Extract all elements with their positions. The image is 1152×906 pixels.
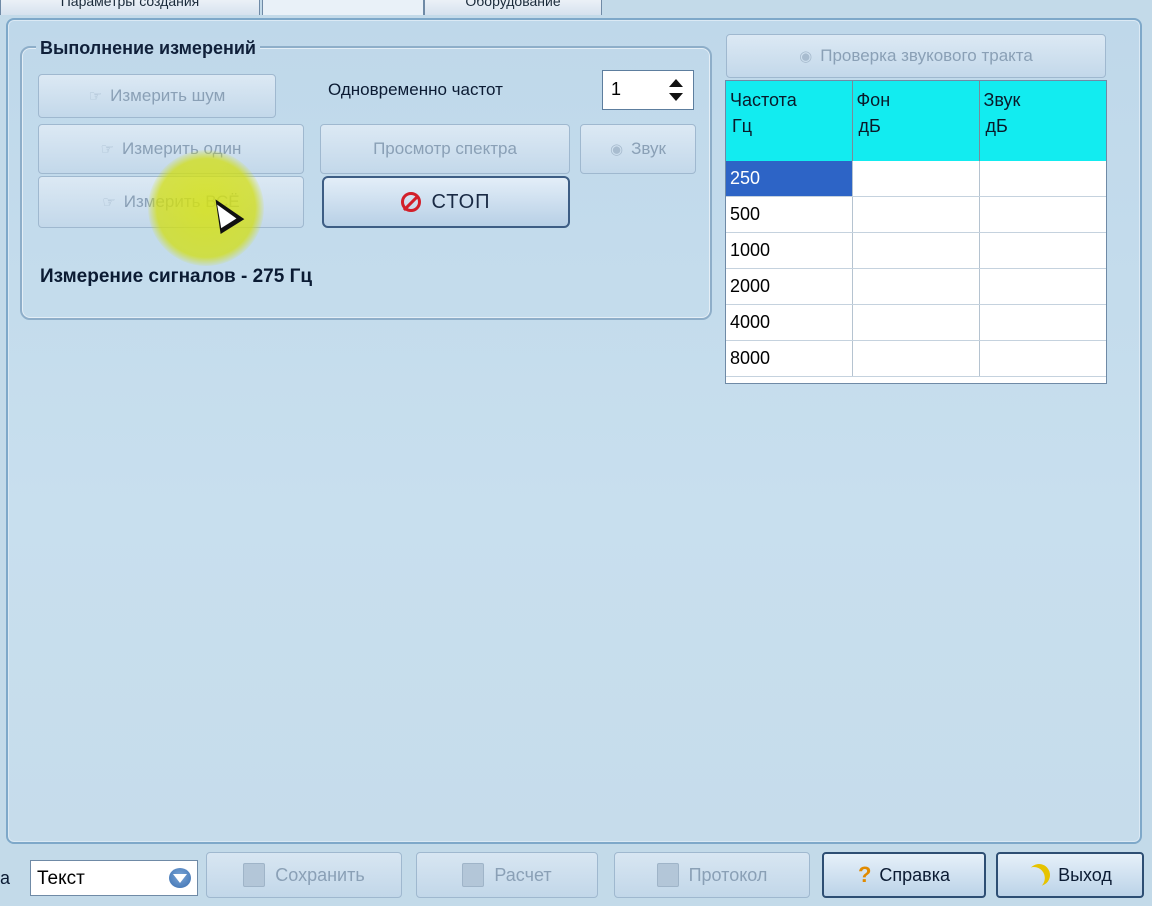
cell-frequency[interactable]: 4000 — [726, 304, 853, 341]
moon-exit-icon — [1024, 860, 1054, 890]
speaker-icon: ◉ — [610, 141, 624, 158]
spinner-arrows-icon[interactable] — [669, 77, 683, 103]
col-header-frequency[interactable]: Частота Гц — [726, 81, 853, 161]
tab-equipment[interactable]: Оборудование — [424, 0, 602, 15]
tab-label: Параметры создания — [60, 0, 200, 9]
exit-label: Выход — [1058, 864, 1112, 885]
cell-background[interactable] — [852, 268, 980, 305]
view-spectrum-label: Просмотр спектра — [373, 139, 517, 158]
check-sound-path-label: Проверка звукового тракта — [820, 46, 1033, 65]
cell-sound[interactable] — [979, 340, 1106, 377]
save-label: Сохранить — [275, 864, 365, 885]
save-button[interactable]: Сохранить — [206, 852, 402, 898]
measure-noise-button[interactable]: ☞ Измерить шум — [38, 74, 276, 118]
table-row[interactable]: 4000 — [726, 304, 1106, 341]
tab-label: Оборудование — [465, 0, 561, 9]
hand-pointer-icon: ☞ — [102, 194, 116, 211]
table-row[interactable]: 500 — [726, 196, 1106, 233]
sound-label: Звук — [631, 139, 666, 158]
tab-creation-params[interactable]: Параметры создания — [0, 0, 260, 15]
stop-button[interactable]: СТОП — [322, 176, 570, 228]
hand-pointer-icon: ☞ — [88, 88, 103, 105]
cell-sound[interactable] — [979, 304, 1106, 341]
simultaneous-freq-spinner[interactable]: 1 — [602, 70, 694, 110]
view-spectrum-button[interactable]: Просмотр спектра — [320, 124, 570, 174]
calculator-icon — [462, 863, 485, 887]
cell-frequency[interactable]: 2000 — [726, 268, 853, 305]
hand-pointer-icon: ☞ — [100, 141, 115, 158]
printer-icon — [656, 863, 679, 887]
check-sound-path-button[interactable]: ◉ Проверка звукового тракта — [726, 34, 1106, 78]
table-row[interactable]: 2000 — [726, 268, 1106, 305]
col-header-sound[interactable]: Звук дБ — [979, 81, 1106, 161]
calc-label: Расчет — [494, 864, 552, 885]
cell-background[interactable] — [852, 304, 980, 341]
cell-background[interactable] — [852, 232, 980, 269]
speaker-icon: ◉ — [799, 48, 813, 65]
table-row[interactable]: 8000 — [726, 340, 1106, 377]
calc-button[interactable]: Расчет — [416, 852, 598, 898]
chevron-down-icon[interactable] — [169, 868, 191, 888]
cell-sound[interactable] — [979, 232, 1106, 269]
table-row[interactable]: 1000 — [726, 232, 1106, 269]
truncated-label: а — [0, 868, 11, 888]
format-select-value: Текст — [37, 868, 85, 889]
exit-button[interactable]: Выход — [996, 852, 1144, 898]
arrow-down-icon[interactable] — [669, 93, 683, 101]
protocol-button[interactable]: Протокол — [614, 852, 810, 898]
floppy-disk-icon — [243, 863, 266, 887]
spinner-value: 1 — [611, 79, 622, 99]
cell-frequency[interactable]: 1000 — [726, 232, 853, 269]
cell-background[interactable] — [852, 196, 980, 233]
simultaneous-freq-label: Одновременно частот — [328, 80, 503, 99]
sound-button[interactable]: ◉ Звук — [580, 124, 696, 174]
cell-frequency[interactable]: 250 — [726, 161, 853, 197]
table-row[interactable]: 250 — [726, 161, 1106, 197]
measurement-status: Измерение сигналов - 275 Гц — [40, 266, 313, 287]
table-header-row: Частота Гц Фон дБ Звук дБ — [726, 81, 1106, 161]
format-select[interactable]: Текст — [30, 860, 198, 896]
stop-sign-icon — [401, 192, 422, 212]
col-header-background[interactable]: Фон дБ — [852, 81, 980, 161]
cell-frequency[interactable]: 500 — [726, 196, 853, 233]
arrow-up-icon[interactable] — [669, 79, 683, 87]
cell-sound[interactable] — [979, 161, 1106, 197]
tab-measurements[interactable] — [262, 0, 424, 15]
help-button[interactable]: ? Справка — [822, 852, 986, 898]
question-icon: ? — [857, 862, 872, 887]
cell-background[interactable] — [852, 161, 980, 197]
cell-background[interactable] — [852, 340, 980, 377]
stop-label: СТОП — [431, 190, 491, 213]
help-label: Справка — [879, 864, 951, 885]
measurement-group-title: Выполнение измерений — [36, 38, 260, 58]
cell-sound[interactable] — [979, 268, 1106, 305]
measure-noise-label: Измерить шум — [110, 86, 226, 105]
cell-frequency[interactable]: 8000 — [726, 340, 853, 377]
cell-sound[interactable] — [979, 196, 1106, 233]
frequency-table[interactable]: Частота Гц Фон дБ Звук дБ 250 500 1000 2… — [725, 80, 1107, 384]
protocol-label: Протокол — [688, 864, 768, 885]
